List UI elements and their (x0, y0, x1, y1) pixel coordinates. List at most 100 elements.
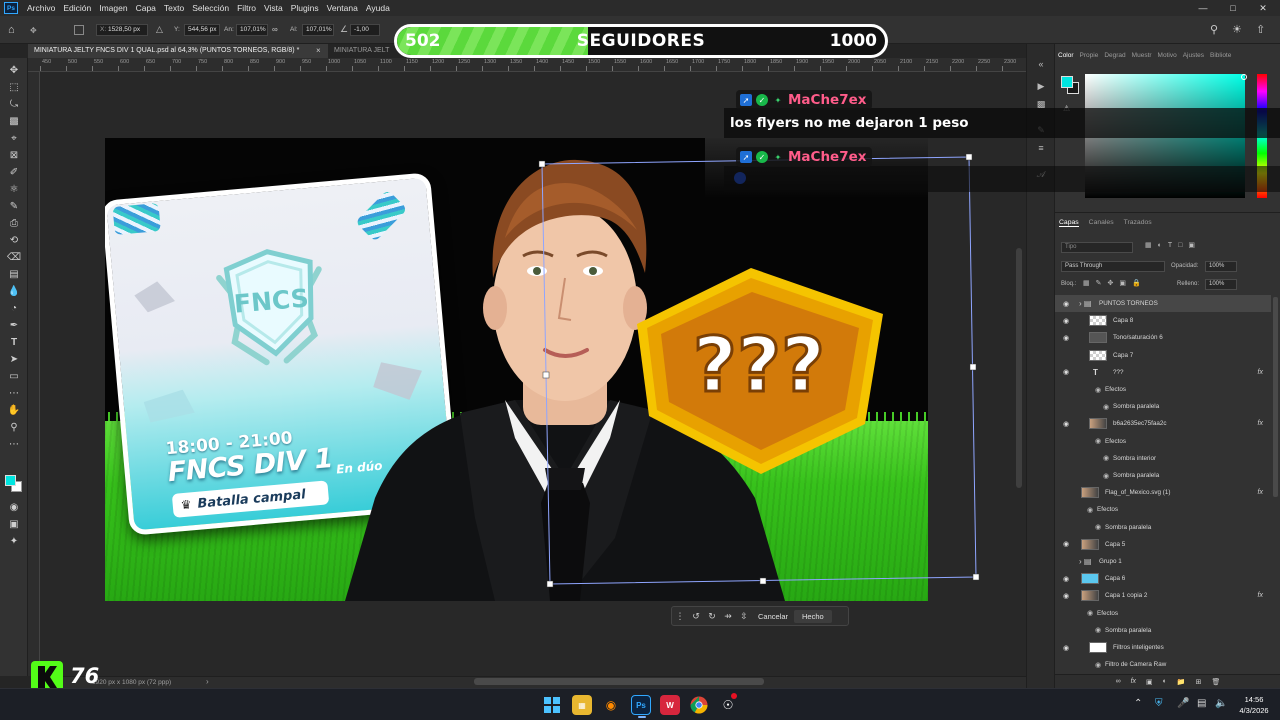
microphone-icon[interactable]: 🎤 (1177, 698, 1189, 709)
visibility-eye-icon[interactable]: ◉ (1061, 317, 1071, 325)
angle-field[interactable]: -1,00 (350, 24, 380, 36)
layer-effects-icon[interactable]: fx (1258, 420, 1263, 427)
layer-row[interactable]: ◉ Sombra paralela (1055, 398, 1271, 415)
home-icon[interactable]: ⌂ (8, 24, 15, 36)
menu-filtro[interactable]: Filtro (233, 3, 260, 13)
rotate-left-icon[interactable]: ↺ (688, 611, 704, 622)
layer-row[interactable]: ◉ Tono/saturación 6 (1055, 329, 1271, 346)
delta-icon[interactable]: △ (156, 24, 163, 35)
move-tool-icon[interactable]: ✥ (6, 64, 22, 77)
layer-row[interactable]: Flag_of_Mexico.svg (1) fx (1055, 484, 1271, 501)
status-menu-icon[interactable]: › (206, 677, 209, 686)
eyedropper-icon[interactable]: ✐ (6, 166, 22, 179)
effect-eye-icon[interactable]: ◉ (1103, 403, 1109, 411)
menu-ventana[interactable]: Ventana (323, 3, 362, 13)
more-tools-icon[interactable]: ⋯ (6, 387, 22, 400)
effect-eye-icon[interactable]: ◉ (1095, 437, 1101, 445)
artboard-canvas[interactable]: FNCS 18:00 - 21:00 FNCS DIV 1 En dúo ♛ B… (105, 138, 928, 601)
effect-eye-icon[interactable]: ◉ (1103, 454, 1109, 462)
foreground-color-swatch[interactable] (5, 475, 16, 486)
wps-office-icon[interactable]: W (660, 695, 680, 715)
blur-tool-icon[interactable]: 💧 (6, 285, 22, 298)
layer-row[interactable]: ◉ Sombra paralela (1055, 622, 1271, 639)
tab-bibliotecas[interactable]: Bibliote (1207, 52, 1234, 64)
layer-row[interactable]: ◉ Capa 5 (1055, 536, 1271, 553)
layer-filter-field[interactable]: Tipo (1061, 242, 1133, 253)
new-group-icon[interactable]: 📁 (1177, 678, 1186, 686)
reference-point-icon[interactable] (74, 25, 84, 35)
blend-mode-select[interactable]: Pass Through (1061, 261, 1165, 272)
menu-ayuda[interactable]: Ayuda (362, 3, 394, 13)
layer-row[interactable]: ◉ T??? fx (1055, 364, 1271, 381)
pen-tool-icon[interactable]: ✒ (6, 319, 22, 332)
layer-row[interactable]: ◉ Efectos (1055, 433, 1271, 450)
tab-propiedades[interactable]: Propie (1077, 52, 1102, 64)
visibility-eye-icon[interactable]: ◉ (1061, 644, 1071, 652)
tab-document-inactive[interactable]: MINIATURA JELT (328, 44, 398, 58)
width-field[interactable]: 107,01% (236, 24, 268, 36)
rectangle-tool-icon[interactable]: ▭ (6, 370, 22, 383)
tab-capas[interactable]: Capas (1059, 219, 1079, 227)
add-style-icon[interactable]: fx (1131, 678, 1136, 685)
dodge-tool-icon[interactable]: ◔ (6, 302, 22, 315)
network-icon[interactable]: ▤ (1197, 698, 1206, 709)
zoom-tool-icon[interactable]: ⚲ (6, 421, 22, 434)
photoshop-taskbar-icon[interactable]: Ps (631, 695, 651, 718)
tab-degradados[interactable]: Degrad (1101, 52, 1128, 64)
lock-icons[interactable]: ▦✎✥▣🔒 (1083, 279, 1147, 287)
crop-tool-icon[interactable]: ⌖ (6, 132, 22, 145)
flip-vertical-icon[interactable]: ⇳ (736, 611, 752, 622)
healing-brush-icon[interactable]: ⚛ (6, 183, 22, 196)
layer-effects-icon[interactable]: fx (1258, 592, 1263, 599)
path-select-icon[interactable]: ➤ (6, 353, 22, 366)
layer-filter-icons[interactable]: ▦◐T□▣ (1145, 241, 1201, 249)
layer-row[interactable]: ◉ Sombra interior (1055, 450, 1271, 467)
layer-row[interactable]: ◉ › ▤ PUNTOS TORNEOS (1055, 295, 1271, 312)
photoshop-logo-icon[interactable]: Ps (4, 2, 18, 14)
share-icon[interactable]: ⇧ (1256, 23, 1265, 36)
screen-mode-icon[interactable]: ▣ (6, 518, 22, 531)
effect-eye-icon[interactable]: ◉ (1095, 661, 1101, 669)
play-actions-icon[interactable]: ▶ (1035, 80, 1047, 92)
effect-eye-icon[interactable]: ◉ (1095, 523, 1101, 531)
gradient-tool-icon[interactable]: ▤ (6, 268, 22, 281)
visibility-eye-icon[interactable]: ◉ (1061, 575, 1071, 583)
generative-icon[interactable]: ✦ (6, 535, 22, 548)
lasso-tool-icon[interactable]: ⤿ (6, 98, 22, 111)
visibility-eye-icon[interactable]: ◉ (1061, 420, 1071, 428)
tab-motivos[interactable]: Motivo (1155, 52, 1180, 64)
brush-tool-icon[interactable]: ✎ (6, 200, 22, 213)
menu-imagen[interactable]: Imagen (95, 3, 131, 13)
adjustments-icon[interactable]: ≡ (1035, 142, 1047, 154)
menu-capa[interactable]: Capa (132, 3, 160, 13)
layer-row[interactable]: ◉ Efectos (1055, 605, 1271, 622)
type-tool-icon[interactable]: T (6, 336, 22, 349)
collapse-icon[interactable]: « (1035, 58, 1047, 70)
link-layers-icon[interactable]: ∞ (1116, 678, 1121, 685)
menu-texto[interactable]: Texto (160, 3, 188, 13)
tab-ajustes[interactable]: Ajustes (1180, 52, 1207, 64)
cancel-button[interactable]: Cancelar (752, 612, 794, 621)
layer-row[interactable]: ◉ Filtro de Camera Raw (1055, 656, 1271, 673)
tab-document-active[interactable]: MINIATURA JELTY FNCS DIV 1 QUAL.psd al 6… (28, 44, 328, 58)
eraser-tool-icon[interactable]: ⌫ (6, 251, 22, 264)
delete-layer-icon[interactable]: 🗑 (1212, 678, 1221, 686)
chrome-icon[interactable] (689, 695, 709, 715)
defender-icon[interactable]: ⛨ (1155, 698, 1163, 709)
horizontal-scrollbar[interactable] (474, 678, 764, 685)
color-picker-marker[interactable] (1241, 74, 1247, 80)
effect-eye-icon[interactable]: ◉ (1087, 506, 1093, 514)
rotate-right-icon[interactable]: ↻ (704, 611, 720, 622)
effect-eye-icon[interactable]: ◉ (1103, 472, 1109, 480)
flip-horizontal-icon[interactable]: ⇸ (720, 611, 736, 622)
drag-handle-icon[interactable]: ⋮ (672, 611, 688, 622)
layer-effects-icon[interactable]: fx (1258, 369, 1263, 376)
edit-toolbar-icon[interactable]: ⋯ (6, 438, 22, 451)
visibility-eye-icon[interactable]: ◉ (1061, 368, 1071, 376)
menu-archivo[interactable]: Archivo (23, 3, 59, 13)
layer-row[interactable]: › ▤ Grupo 1 (1055, 553, 1271, 570)
visibility-eye-icon[interactable]: ◉ (1061, 540, 1071, 548)
height-field[interactable]: 107,01% (302, 24, 334, 36)
fill-field[interactable]: 100% (1205, 279, 1237, 290)
layer-row[interactable]: ◉ Capa 1 copia 2 fx (1055, 587, 1271, 604)
